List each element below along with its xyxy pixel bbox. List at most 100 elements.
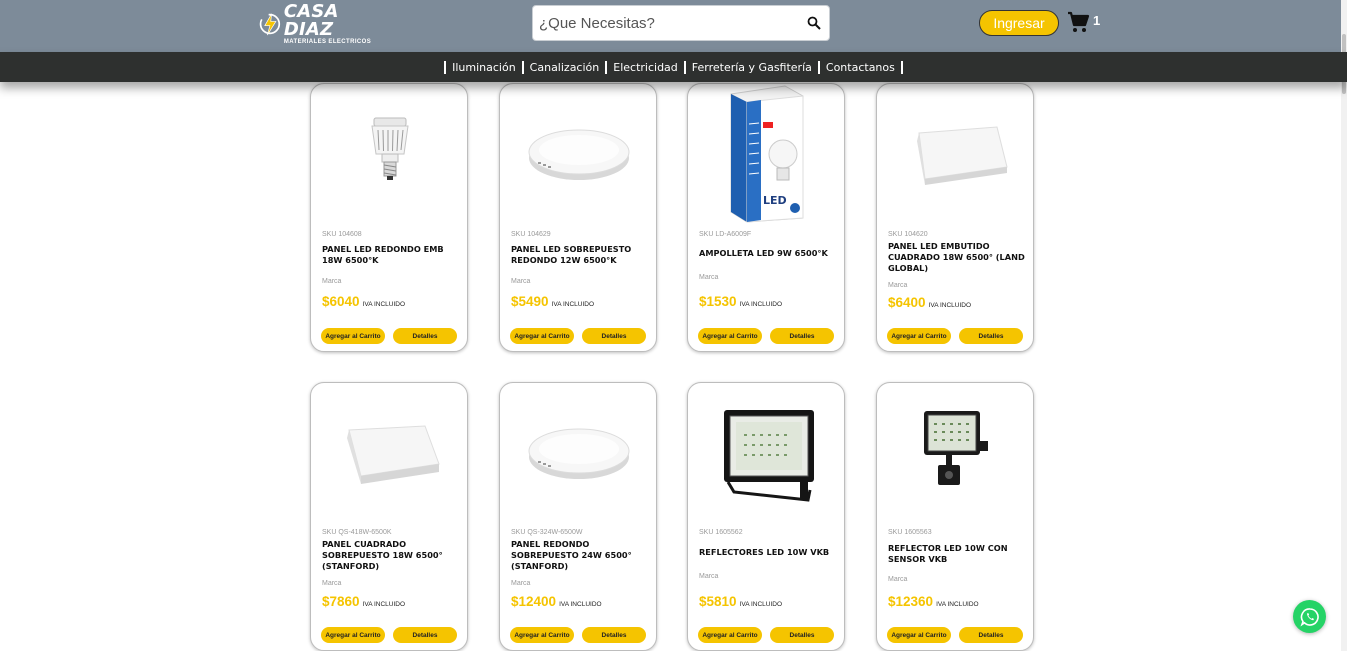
price-value: $5490 bbox=[511, 294, 549, 309]
product-card[interactable]: SKU 104629 PANEL LED SOBREPUESTO REDONDO… bbox=[499, 83, 657, 352]
product-card[interactable]: SKU 104620 PANEL LED EMBUTIDO CUADRADO 1… bbox=[876, 83, 1034, 352]
logo-subtitle: MATERIALES ELECTRICOS bbox=[283, 38, 372, 45]
details-button[interactable]: Detalles bbox=[959, 627, 1023, 643]
price-value: $1530 bbox=[699, 294, 737, 309]
details-button[interactable]: Detalles bbox=[770, 627, 834, 643]
iva-label: IVA INCLUIDO bbox=[559, 601, 602, 608]
price-value: $6400 bbox=[888, 295, 926, 310]
nav-divider bbox=[444, 60, 447, 74]
search-icon[interactable] bbox=[807, 16, 821, 30]
add-to-cart-button[interactable]: Agregar al Carrito bbox=[698, 627, 762, 643]
details-button[interactable]: Detalles bbox=[770, 328, 834, 344]
price-value: $12400 bbox=[511, 594, 557, 609]
product-image[interactable]: LED bbox=[688, 84, 844, 224]
product-brand: Marca bbox=[322, 278, 342, 285]
product-sku: SKU 104620 bbox=[888, 231, 928, 238]
whatsapp-button[interactable] bbox=[1293, 600, 1326, 633]
scrollbar-track[interactable] bbox=[1341, 0, 1347, 651]
product-title[interactable]: PANEL LED SOBREPUESTO REDONDO 12W 6500°K bbox=[511, 244, 651, 266]
product-card[interactable]: SKU 1605563 REFLECTOR LED 10W CON SENSOR… bbox=[876, 382, 1034, 651]
iva-label: IVA INCLUIDO bbox=[362, 601, 406, 608]
iva-label: IVA INCLUIDO bbox=[362, 301, 406, 308]
product-title[interactable]: PANEL LED REDONDO EMB 18W 6500°K bbox=[322, 244, 462, 266]
floodlight-sensor-icon bbox=[924, 411, 988, 485]
add-to-cart-button[interactable]: Agregar al Carrito bbox=[510, 627, 574, 643]
add-to-cart-button[interactable]: Agregar al Carrito bbox=[510, 328, 574, 344]
product-brand: Marca bbox=[888, 576, 908, 583]
product-title[interactable]: REFLECTOR LED 10W CON SENSOR VKB bbox=[888, 543, 1028, 565]
product-sku: SKU 1605562 bbox=[699, 529, 743, 536]
add-to-cart-button[interactable]: Agregar al Carrito bbox=[698, 328, 762, 344]
iva-label: IVA INCLUIDO bbox=[928, 302, 972, 309]
product-title[interactable]: PANEL LED EMBUTIDO CUADRADO 18W 6500° (L… bbox=[888, 241, 1028, 274]
product-title[interactable]: PANEL REDONDO SOBREPUESTO 24W 6500° (STA… bbox=[511, 539, 651, 572]
cart-count-badge: 1 bbox=[1093, 13, 1101, 28]
product-brand: Marca bbox=[511, 580, 531, 587]
product-brand: Marca bbox=[699, 274, 719, 281]
nav-divider bbox=[900, 60, 903, 74]
product-image[interactable] bbox=[311, 383, 467, 523]
nav-item-canalizacion[interactable]: Canalización bbox=[530, 61, 600, 74]
product-sku: SKU LD-A6009F bbox=[699, 231, 752, 238]
nav-item-iluminacion[interactable]: Iluminación bbox=[452, 61, 516, 74]
add-to-cart-button[interactable]: Agregar al Carrito bbox=[887, 328, 951, 344]
price-value: $12360 bbox=[888, 594, 934, 609]
square-panel-icon bbox=[347, 425, 440, 484]
product-brand: Marca bbox=[511, 278, 531, 285]
product-card[interactable]: SKU 104608 PANEL LED REDONDO EMB 18W 650… bbox=[310, 83, 468, 352]
lightning-logo-icon bbox=[259, 13, 281, 36]
search-box bbox=[532, 5, 830, 41]
svg-text:LED: LED bbox=[763, 194, 787, 207]
top-header: CASA DIAZ MATERIALES ELECTRICOS Ingresar… bbox=[0, 0, 1347, 52]
product-image[interactable] bbox=[877, 383, 1033, 523]
nav-item-electricidad[interactable]: Electricidad bbox=[613, 61, 678, 74]
nav-divider bbox=[605, 60, 608, 74]
floodlight-icon bbox=[724, 410, 814, 502]
add-to-cart-button[interactable]: Agregar al Carrito bbox=[321, 328, 385, 344]
product-title[interactable]: AMPOLLETA LED 9W 6500°K bbox=[699, 248, 839, 259]
product-card[interactable]: SKU 1605562 REFLECTORES LED 10W VKB Marc… bbox=[687, 382, 845, 651]
product-sku: SKU 104629 bbox=[511, 231, 551, 238]
details-button[interactable]: Detalles bbox=[582, 328, 646, 344]
product-brand: Marca bbox=[699, 573, 719, 580]
product-title[interactable]: PANEL CUADRADO SOBREPUESTO 18W 6500° (ST… bbox=[322, 539, 462, 572]
product-image[interactable] bbox=[500, 84, 656, 224]
product-brand: Marca bbox=[888, 282, 908, 289]
add-to-cart-button[interactable]: Agregar al Carrito bbox=[321, 627, 385, 643]
product-title[interactable]: REFLECTORES LED 10W VKB bbox=[699, 547, 839, 558]
shopping-cart-icon[interactable] bbox=[1066, 10, 1090, 34]
product-sku: SKU 104608 bbox=[322, 231, 362, 238]
logo[interactable]: CASA DIAZ MATERIALES ELECTRICOS bbox=[258, 2, 378, 45]
product-image[interactable] bbox=[688, 383, 844, 523]
login-button[interactable]: Ingresar bbox=[979, 10, 1059, 36]
price-value: $7860 bbox=[322, 594, 360, 609]
product-card[interactable]: SKU QS-418W-6500K PANEL CUADRADO SOBREPU… bbox=[310, 382, 468, 651]
nav-item-contactanos[interactable]: Contactanos bbox=[826, 61, 895, 74]
details-button[interactable]: Detalles bbox=[393, 627, 457, 643]
product-card[interactable]: LED SKU LD-A6009F AMPOLLETA LED 9W 6500°… bbox=[687, 83, 845, 352]
search-input[interactable] bbox=[539, 6, 799, 40]
square-panel-icon bbox=[917, 126, 1008, 185]
product-price: $6040 IVA INCLUIDO bbox=[322, 294, 405, 309]
product-brand: Marca bbox=[322, 580, 342, 587]
round-panel-icon bbox=[528, 428, 630, 479]
product-price: $12360 IVA INCLUIDO bbox=[888, 594, 979, 609]
iva-label: IVA INCLUIDO bbox=[936, 601, 979, 608]
product-image[interactable] bbox=[311, 84, 467, 224]
logo-text: CASA DIAZ MATERIALES ELECTRICOS bbox=[283, 0, 378, 46]
whatsapp-icon bbox=[1299, 607, 1319, 627]
product-price: $12400 IVA INCLUIDO bbox=[511, 594, 602, 609]
main-nav: Iluminación Canalización Electricidad Fe… bbox=[0, 52, 1347, 82]
add-to-cart-button[interactable]: Agregar al Carrito bbox=[887, 627, 951, 643]
product-image[interactable] bbox=[877, 84, 1033, 224]
product-image[interactable] bbox=[500, 383, 656, 523]
nav-divider bbox=[521, 60, 524, 74]
details-button[interactable]: Detalles bbox=[959, 328, 1023, 344]
product-price: $5490 IVA INCLUIDO bbox=[511, 294, 594, 309]
nav-item-ferreteria[interactable]: Ferretería y Gasfitería bbox=[692, 61, 812, 74]
product-sku: SKU QS-418W-6500K bbox=[322, 529, 392, 536]
logo-name: CASA DIAZ bbox=[283, 0, 339, 40]
details-button[interactable]: Detalles bbox=[582, 627, 646, 643]
product-card[interactable]: SKU QS-324W-6500W PANEL REDONDO SOBREPUE… bbox=[499, 382, 657, 651]
details-button[interactable]: Detalles bbox=[393, 328, 457, 344]
